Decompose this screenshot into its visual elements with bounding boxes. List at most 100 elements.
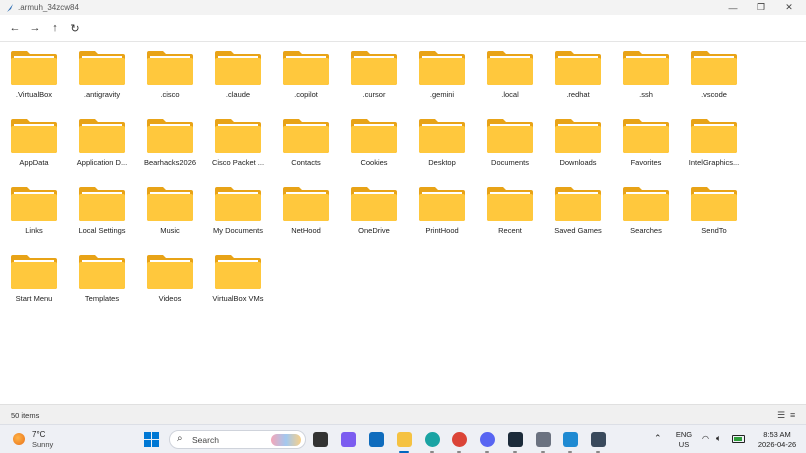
folder-item[interactable]: .VirtualBox — [0, 42, 68, 104]
folder-item[interactable]: Music — [136, 178, 204, 240]
folder-item[interactable]: Links — [0, 178, 68, 240]
folder-icon — [215, 51, 261, 85]
folder-item[interactable]: .redhat — [544, 42, 612, 104]
discord-icon[interactable] — [480, 432, 495, 447]
folder-item[interactable]: .antigravity — [68, 42, 136, 104]
taskbar-search-box[interactable]: ⌕ Search — [169, 430, 306, 449]
folder-item[interactable]: Application D... — [68, 110, 136, 172]
minimize-button[interactable]: — — [720, 0, 746, 15]
task-view-icon[interactable] — [313, 432, 328, 447]
folder-item[interactable]: .gemini — [408, 42, 476, 104]
folder-label: Cisco Packet ... — [211, 158, 265, 167]
folder-item[interactable]: Contacts — [272, 110, 340, 172]
battery-icon[interactable] — [732, 435, 745, 443]
search-icon: ⌕ — [177, 433, 183, 444]
folder-label: .cursor — [362, 90, 386, 99]
monitor-app-icon[interactable] — [591, 432, 606, 447]
folder-icon — [11, 119, 57, 153]
weather-description[interactable]: Sunny — [32, 440, 53, 449]
folder-item[interactable]: Local Settings — [68, 178, 136, 240]
folder-item[interactable]: .ssh — [612, 42, 680, 104]
chrome-icon[interactable] — [452, 432, 467, 447]
weather-temperature[interactable]: 7°C — [32, 430, 45, 439]
folder-icon — [215, 255, 261, 289]
chevron-up-icon[interactable]: ⌃ — [654, 433, 662, 444]
terminal-app-icon[interactable] — [508, 432, 523, 447]
folder-item[interactable]: IntelGraphics... — [680, 110, 748, 172]
folder-icon — [555, 187, 601, 221]
folder-icon — [147, 51, 193, 85]
clock-date[interactable]: 2026-04-26 — [752, 440, 802, 449]
folder-icon — [283, 187, 329, 221]
close-button[interactable]: ✕ — [776, 0, 802, 15]
folder-icon — [283, 119, 329, 153]
folder-item[interactable]: .vscode — [680, 42, 748, 104]
start-button[interactable] — [144, 432, 159, 447]
details-view-icon[interactable]: ≡ — [790, 410, 800, 420]
folder-item[interactable]: NetHood — [272, 178, 340, 240]
folder-label: Local Settings — [78, 226, 126, 235]
list-view-icon[interactable]: ☰ — [777, 410, 787, 420]
folder-item[interactable]: PrintHood — [408, 178, 476, 240]
folder-item[interactable]: Cisco Packet ... — [204, 110, 272, 172]
folder-item[interactable]: .claude — [204, 42, 272, 104]
folder-icon — [11, 51, 57, 85]
folder-item[interactable]: Videos — [136, 246, 204, 308]
copilot-icon[interactable] — [341, 432, 356, 447]
folder-label: .copilot — [294, 90, 318, 99]
folder-label: .local — [501, 90, 519, 99]
folder-label: .redhat — [566, 90, 590, 99]
folder-icon — [79, 51, 125, 85]
folder-item[interactable]: Start Menu — [0, 246, 68, 308]
folder-item[interactable]: .local — [476, 42, 544, 104]
folder-item[interactable]: Searches — [612, 178, 680, 240]
language-indicator[interactable]: ENG — [674, 430, 694, 439]
wifi-icon[interactable]: ◠ — [702, 434, 709, 443]
folder-item[interactable]: .copilot — [272, 42, 340, 104]
region-indicator[interactable]: US — [674, 440, 694, 449]
title-bar: .armuh_34zcw84 — ❐ ✕ — [0, 0, 806, 15]
folder-label: Contacts — [291, 158, 321, 167]
volume-icon[interactable]: 🔈︎ — [716, 433, 721, 444]
back-arrow-icon[interactable]: ← — [7, 21, 23, 35]
folder-item[interactable]: Documents — [476, 110, 544, 172]
clock-time[interactable]: 8:53 AM — [752, 430, 802, 439]
up-arrow-icon[interactable]: ↑ — [47, 21, 63, 35]
folder-item[interactable]: Bearhacks2026 — [136, 110, 204, 172]
folder-label: .ssh — [639, 90, 653, 99]
sun-weather-icon[interactable] — [13, 433, 25, 445]
folder-item[interactable]: Desktop — [408, 110, 476, 172]
folder-item[interactable]: Recent — [476, 178, 544, 240]
folder-label: Recent — [498, 226, 522, 235]
folder-item[interactable]: AppData — [0, 110, 68, 172]
outlook-icon[interactable] — [369, 432, 384, 447]
vscode-icon[interactable] — [563, 432, 578, 447]
edge-icon[interactable] — [425, 432, 440, 447]
folder-item[interactable]: Templates — [68, 246, 136, 308]
taskbar: 7°C Sunny ⌕ Search ⌃ ENG US ◠ 🔈︎ 8:53 AM… — [0, 424, 806, 453]
settings-icon[interactable] — [536, 432, 551, 447]
folder-icon — [487, 119, 533, 153]
folder-label: Start Menu — [15, 294, 53, 303]
file-explorer-icon[interactable] — [397, 432, 412, 447]
folder-item[interactable]: My Documents — [204, 178, 272, 240]
folder-label: Downloads — [559, 158, 597, 167]
folder-item[interactable]: Cookies — [340, 110, 408, 172]
folder-label: Cookies — [360, 158, 388, 167]
folder-label: .gemini — [429, 90, 455, 99]
folder-item[interactable]: VirtualBox VMs — [204, 246, 272, 308]
folder-icon — [147, 255, 193, 289]
folder-item[interactable]: Saved Games — [544, 178, 612, 240]
forward-arrow-icon[interactable]: → — [27, 21, 43, 35]
folder-item[interactable]: .cursor — [340, 42, 408, 104]
folder-label: AppData — [19, 158, 49, 167]
folder-item[interactable]: Downloads — [544, 110, 612, 172]
folder-item[interactable]: SendTo — [680, 178, 748, 240]
folder-label: .cisco — [160, 90, 180, 99]
folder-label: Videos — [158, 294, 182, 303]
maximize-button[interactable]: ❐ — [748, 0, 774, 15]
folder-item[interactable]: OneDrive — [340, 178, 408, 240]
refresh-icon[interactable]: ↻ — [67, 21, 83, 35]
folder-item[interactable]: Favorites — [612, 110, 680, 172]
folder-item[interactable]: .cisco — [136, 42, 204, 104]
